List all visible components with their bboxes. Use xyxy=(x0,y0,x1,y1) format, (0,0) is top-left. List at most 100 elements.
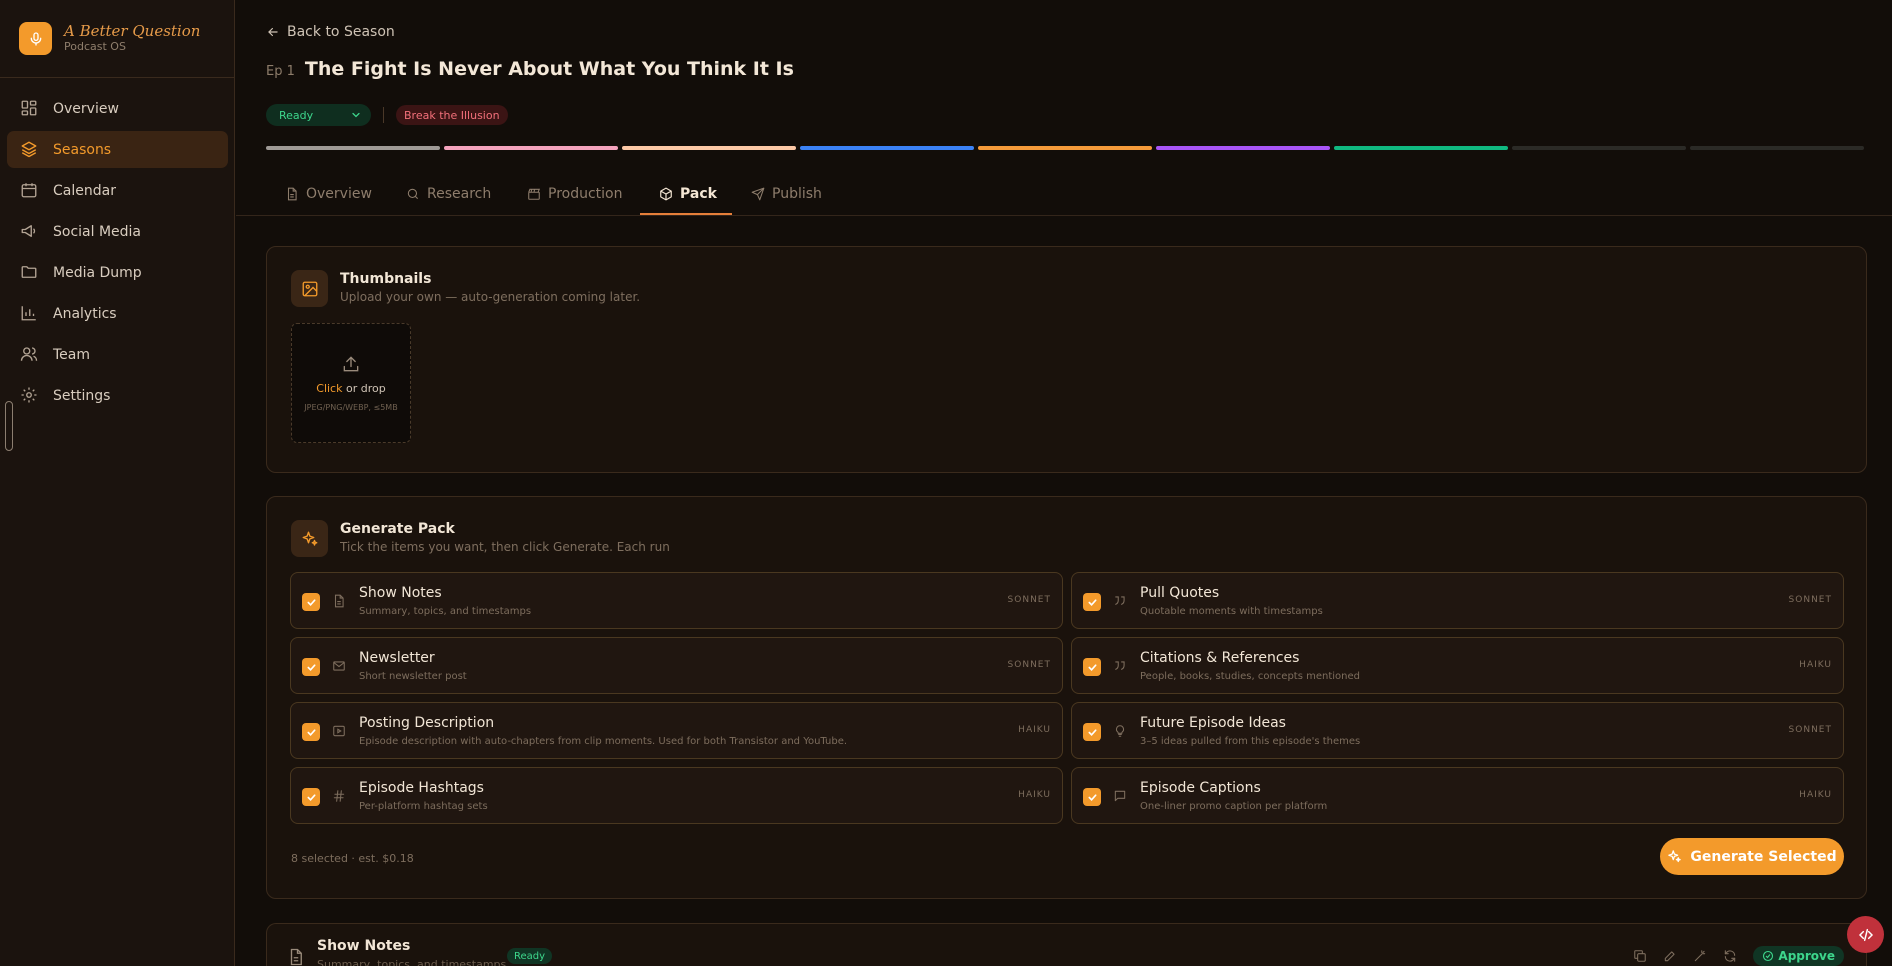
sidebar-item-analytics[interactable]: Analytics xyxy=(7,295,228,332)
tab-label: Production xyxy=(548,186,623,202)
microphone-icon xyxy=(19,22,52,55)
calendar-icon xyxy=(20,181,40,201)
tab-overview[interactable]: Overview xyxy=(285,172,372,216)
dev-tools-button[interactable] xyxy=(1847,916,1884,953)
tab-production[interactable]: Production xyxy=(527,172,622,216)
tab-publish[interactable]: Publish xyxy=(751,172,822,216)
generate-pack-title: Generate Pack xyxy=(340,521,455,537)
progress-segment-9 xyxy=(1690,146,1864,150)
thumbnails-subtitle: Upload your own — auto-generation coming… xyxy=(340,290,641,304)
folder-icon xyxy=(20,263,40,283)
sidebar-item-social-media[interactable]: Social Media xyxy=(7,213,228,250)
pack-item-citations-references[interactable]: Citations & References People, books, st… xyxy=(1071,637,1844,694)
checkbox-checked[interactable] xyxy=(302,593,320,611)
pack-item-title: Citations & References xyxy=(1140,650,1300,666)
status-select[interactable]: Ready xyxy=(266,104,371,126)
checkbox-checked[interactable] xyxy=(302,788,320,806)
status-badge: Ready xyxy=(507,948,553,964)
image-icon xyxy=(291,270,328,307)
back-to-season-link[interactable]: Back to Season xyxy=(266,24,395,40)
main-content: Back to Season Ep 1 The Fight Is Never A… xyxy=(236,0,1892,966)
pack-item-pull-quotes[interactable]: Pull Quotes Quotable moments with timest… xyxy=(1071,572,1844,629)
sidebar-item-label: Calendar xyxy=(53,182,116,199)
lightbulb-icon xyxy=(1113,724,1127,738)
checkbox-checked[interactable] xyxy=(1083,593,1101,611)
pack-item-show-notes[interactable]: Show Notes Summary, topics, and timestam… xyxy=(290,572,1063,629)
pack-item-title: Episode Hashtags xyxy=(359,780,484,796)
progress-segment-6 xyxy=(1156,146,1330,150)
gear-icon xyxy=(20,386,40,406)
chat-icon xyxy=(1113,789,1127,803)
checkbox-checked[interactable] xyxy=(1083,658,1101,676)
send-icon xyxy=(751,187,772,201)
show-notes-title: Show Notes xyxy=(317,938,411,954)
arrow-left-icon xyxy=(266,25,287,39)
pack-item-description: One-liner promo caption per platform xyxy=(1140,801,1328,812)
thumbnail-upload-dropzone[interactable]: Click or drop JPEG/PNG/WEBP, ≤5MB xyxy=(291,323,411,443)
checkbox-checked[interactable] xyxy=(1083,788,1101,806)
brand-name: A Better Question xyxy=(64,22,201,40)
sidebar-item-label: Analytics xyxy=(53,305,117,322)
progress-segment-2 xyxy=(444,146,618,150)
quote-icon xyxy=(1113,659,1127,673)
pack-item-newsletter[interactable]: Newsletter Short newsletter post SONNET xyxy=(290,637,1063,694)
progress-segment-7 xyxy=(1334,146,1508,150)
pack-item-title: Show Notes xyxy=(359,585,442,601)
selection-summary: 8 selected · est. $0.18 xyxy=(291,852,414,865)
checkbox-checked[interactable] xyxy=(1083,723,1101,741)
sidebar-scroll-handle[interactable] xyxy=(5,401,13,451)
refresh-icon[interactable] xyxy=(1723,949,1737,963)
show-notes-subtitle: Summary, topics, and timestamps xyxy=(317,958,507,966)
sidebar-item-overview[interactable]: Overview xyxy=(7,90,228,127)
quote-icon xyxy=(1113,594,1127,608)
sidebar-item-settings[interactable]: Settings xyxy=(7,377,228,414)
stage-progress-bar xyxy=(266,146,1864,150)
sidebar-item-media-dump[interactable]: Media Dump xyxy=(7,254,228,291)
upload-drop-text: or drop xyxy=(342,382,386,395)
approve-button[interactable]: Approve xyxy=(1753,946,1844,966)
checkbox-checked[interactable] xyxy=(302,658,320,676)
episode-heading: Ep 1 The Fight Is Never About What You T… xyxy=(266,58,794,80)
sidebar-item-label: Social Media xyxy=(53,223,142,240)
sidebar-item-seasons[interactable]: Seasons xyxy=(7,131,228,168)
status-row: Ready Break the Illusion xyxy=(266,104,508,126)
pack-item-posting-description[interactable]: Posting Description Episode description … xyxy=(290,702,1063,759)
users-icon xyxy=(20,345,40,365)
generate-selected-button[interactable]: Generate Selected xyxy=(1660,838,1844,875)
pack-item-description: People, books, studies, concepts mention… xyxy=(1140,671,1360,682)
pack-item-model: SONNET xyxy=(1788,595,1832,605)
upload-hint: JPEG/PNG/WEBP, ≤5MB xyxy=(304,403,398,412)
copy-icon[interactable] xyxy=(1633,949,1647,963)
pack-item-episode-hashtags[interactable]: Episode Hashtags Per-platform hashtag se… xyxy=(290,767,1063,824)
approve-label: Approve xyxy=(1778,949,1835,963)
status-value: Ready xyxy=(279,108,314,122)
sidebar-item-label: Seasons xyxy=(53,141,112,158)
sidebar: A Better Question Podcast OS Overview Se… xyxy=(0,0,235,966)
edit-icon[interactable] xyxy=(1663,949,1677,963)
pack-item-description: Short newsletter post xyxy=(359,671,467,682)
layers-icon xyxy=(20,140,40,160)
show-notes-actions: Approve xyxy=(1633,946,1844,966)
thumbnails-title: Thumbnails xyxy=(340,271,432,287)
progress-segment-4 xyxy=(800,146,974,150)
bar-chart-icon xyxy=(20,304,40,324)
thumbnails-card: Thumbnails Upload your own — auto-genera… xyxy=(266,246,1867,473)
upload-prompt: Click or drop xyxy=(316,382,385,395)
sparkles-icon xyxy=(291,520,328,557)
pack-item-episode-captions[interactable]: Episode Captions One-liner promo caption… xyxy=(1071,767,1844,824)
magic-wand-icon[interactable] xyxy=(1693,949,1707,963)
tab-pack[interactable]: Pack xyxy=(659,172,717,216)
checkbox-checked[interactable] xyxy=(302,723,320,741)
pack-item-future-episode-ideas[interactable]: Future Episode Ideas 3–5 ideas pulled fr… xyxy=(1071,702,1844,759)
tab-label: Publish xyxy=(772,186,822,202)
brand[interactable]: A Better Question Podcast OS xyxy=(0,0,234,78)
progress-segment-8 xyxy=(1512,146,1686,150)
sidebar-item-team[interactable]: Team xyxy=(7,336,228,373)
theme-tag[interactable]: Break the Illusion xyxy=(396,105,508,125)
tab-research[interactable]: Research xyxy=(406,172,491,216)
active-tab-indicator xyxy=(640,213,732,215)
upload-icon xyxy=(341,354,361,374)
pack-item-description: Summary, topics, and timestamps xyxy=(359,606,532,617)
sidebar-item-calendar[interactable]: Calendar xyxy=(7,172,228,209)
progress-segment-5 xyxy=(978,146,1152,150)
